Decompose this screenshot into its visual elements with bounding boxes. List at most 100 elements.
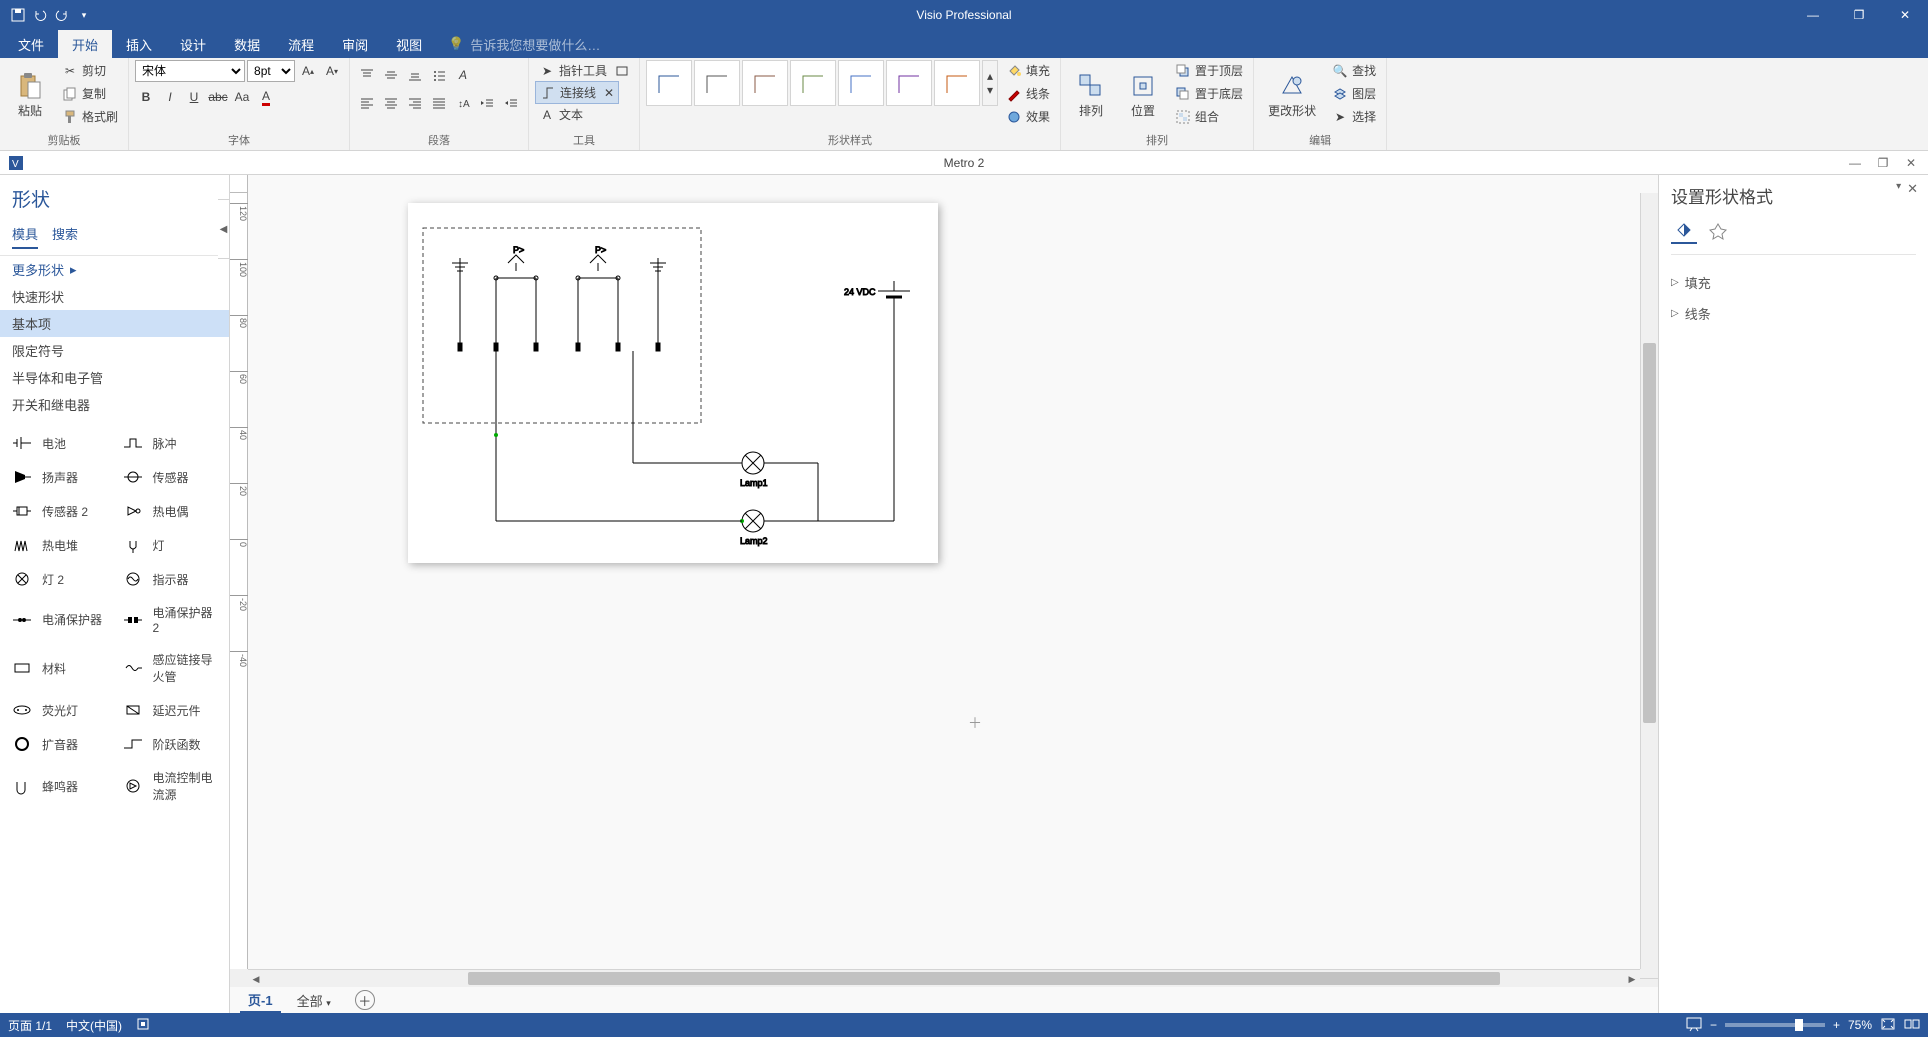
presentation-mode-button[interactable] xyxy=(1686,1017,1702,1034)
vertical-scroll-thumb[interactable] xyxy=(1643,343,1656,723)
bullets-button[interactable] xyxy=(428,64,450,86)
zoom-slider-thumb[interactable] xyxy=(1795,1019,1803,1031)
align-left-button[interactable] xyxy=(356,92,378,114)
shape-item[interactable]: 灯 2 xyxy=(4,562,115,596)
decrease-indent-button[interactable] xyxy=(476,92,498,114)
qat-save[interactable] xyxy=(8,5,28,25)
shapes-tab-stencils[interactable]: 模具 xyxy=(12,224,38,249)
shape-item[interactable]: 扩音器 xyxy=(4,727,115,761)
line-group-toggle[interactable]: ▷线条 xyxy=(1671,298,1916,329)
style-thumb-1[interactable] xyxy=(646,60,692,106)
status-language[interactable]: 中文(中国) xyxy=(66,1017,122,1034)
tab-insert[interactable]: 插入 xyxy=(112,30,166,59)
style-thumb-2[interactable] xyxy=(694,60,740,106)
grow-font-button[interactable]: A▴ xyxy=(297,60,319,82)
qat-undo[interactable] xyxy=(30,5,50,25)
italic-button[interactable]: I xyxy=(159,86,181,108)
align-bottom-button[interactable] xyxy=(404,64,426,86)
shapes-collapse-button[interactable]: ◀ xyxy=(218,199,230,259)
subwindow-minimize[interactable]: — xyxy=(1842,153,1868,173)
shrink-font-button[interactable]: A▾ xyxy=(321,60,343,82)
vertical-scrollbar[interactable] xyxy=(1640,193,1658,969)
case-button[interactable]: Aa xyxy=(231,86,253,108)
tab-design[interactable]: 设计 xyxy=(166,30,220,59)
group-button[interactable]: 组合 xyxy=(1171,106,1247,127)
style-thumb-6[interactable] xyxy=(886,60,932,106)
window-close[interactable]: ✕ xyxy=(1882,0,1928,30)
shapes-section[interactable]: 半导体和电子管 xyxy=(0,364,229,391)
font-family-combo[interactable]: 宋体 xyxy=(135,60,245,82)
shape-style-gallery[interactable]: ▴▾ xyxy=(646,60,998,106)
align-middle-button[interactable] xyxy=(380,64,402,86)
tell-me-search[interactable]: 💡 告诉我您想要做什么… xyxy=(448,35,600,54)
font-size-combo[interactable]: 8pt xyxy=(247,60,295,82)
effects-tab-icon[interactable] xyxy=(1705,218,1731,244)
align-right-button[interactable] xyxy=(404,92,426,114)
shape-item[interactable]: 延迟元件 xyxy=(115,693,226,727)
shape-item[interactable]: 蜂鸣器 xyxy=(4,761,115,811)
add-page-button[interactable]: ＋ xyxy=(355,990,375,1010)
layers-button[interactable]: 图层 xyxy=(1328,83,1380,104)
zoom-slider[interactable] xyxy=(1725,1023,1825,1027)
horizontal-scroll-thumb[interactable] xyxy=(468,972,1500,985)
qat-customize[interactable]: ▾ xyxy=(74,5,94,25)
underline-button[interactable]: U xyxy=(183,86,205,108)
pointer-tool-button[interactable]: ➤指针工具 xyxy=(535,60,611,81)
fill-group-toggle[interactable]: ▷填充 xyxy=(1671,267,1916,298)
shape-item[interactable]: 热电堆 xyxy=(4,528,115,562)
position-button[interactable]: 位置 xyxy=(1119,60,1167,128)
rect-tool-button[interactable] xyxy=(611,60,633,81)
tab-review[interactable]: 审阅 xyxy=(328,30,382,59)
tab-data[interactable]: 数据 xyxy=(220,30,274,59)
rotate-text-button[interactable]: ↕A xyxy=(452,92,474,114)
canvas-viewport[interactable]: P> P> xyxy=(248,193,1640,969)
qat-redo[interactable] xyxy=(52,5,72,25)
tab-home[interactable]: 开始 xyxy=(58,30,112,59)
horizontal-scrollbar[interactable]: ▶ xyxy=(468,969,1640,987)
copy-button[interactable]: 复制 xyxy=(58,83,122,104)
pane-dropdown-button[interactable]: ▾ xyxy=(1896,181,1901,197)
shape-item[interactable]: 指示器 xyxy=(115,562,226,596)
shape-item[interactable]: 感应链接导火管 xyxy=(115,643,226,693)
shape-item[interactable]: 荧光灯 xyxy=(4,693,115,727)
style-thumb-5[interactable] xyxy=(838,60,884,106)
shape-item[interactable]: 电涌保护器 xyxy=(4,596,115,643)
shape-item[interactable]: 阶跃函数 xyxy=(115,727,226,761)
paste-button[interactable]: 粘贴 xyxy=(6,60,54,128)
tab-file[interactable]: 文件 xyxy=(4,30,58,59)
shape-item[interactable]: 材料 xyxy=(4,643,115,693)
zoom-in-button[interactable]: + xyxy=(1833,1018,1840,1032)
style-thumb-4[interactable] xyxy=(790,60,836,106)
shape-item[interactable]: 电涌保护器 2 xyxy=(115,596,226,643)
status-macro-icon[interactable] xyxy=(136,1017,150,1034)
clear-format-button[interactable]: A xyxy=(452,64,474,86)
zoom-level[interactable]: 75% xyxy=(1848,1018,1872,1032)
cut-button[interactable]: ✂剪切 xyxy=(58,60,122,81)
font-color-button[interactable]: A xyxy=(255,86,277,108)
send-back-button[interactable]: 置于底层 xyxy=(1171,83,1247,104)
pane-close-button[interactable]: ✕ xyxy=(1907,181,1918,197)
style-thumb-3[interactable] xyxy=(742,60,788,106)
shape-item[interactable]: 传感器 xyxy=(115,460,226,494)
page-tab-all[interactable]: 全部 ▾ xyxy=(289,989,339,1012)
shape-item[interactable]: 热电偶 xyxy=(115,494,226,528)
text-tool-button[interactable]: A文本 xyxy=(535,104,587,125)
shapes-tab-search[interactable]: 搜索 xyxy=(52,224,78,249)
bold-button[interactable]: B xyxy=(135,86,157,108)
tab-process[interactable]: 流程 xyxy=(274,30,328,59)
vertical-ruler[interactable]: 120100806040200-20-40 xyxy=(230,193,248,969)
arrange-button[interactable]: 排列 xyxy=(1067,60,1115,128)
fill-button[interactable]: 填充 xyxy=(1002,60,1054,81)
shape-item[interactable]: 脉冲 xyxy=(115,426,226,460)
page-tab-1[interactable]: 页-1 xyxy=(240,988,281,1013)
subwindow-close[interactable]: ✕ xyxy=(1898,153,1924,173)
shape-item[interactable]: 电池 xyxy=(4,426,115,460)
justify-button[interactable] xyxy=(428,92,450,114)
line-button[interactable]: 线条 xyxy=(1002,83,1054,104)
window-minimize[interactable]: — xyxy=(1790,0,1836,30)
shapes-section[interactable]: 基本项 xyxy=(0,310,229,337)
find-button[interactable]: 🔍查找 xyxy=(1328,60,1380,81)
align-top-button[interactable] xyxy=(356,64,378,86)
shape-item[interactable]: 电流控制电流源 xyxy=(115,761,226,811)
style-thumb-7[interactable] xyxy=(934,60,980,106)
